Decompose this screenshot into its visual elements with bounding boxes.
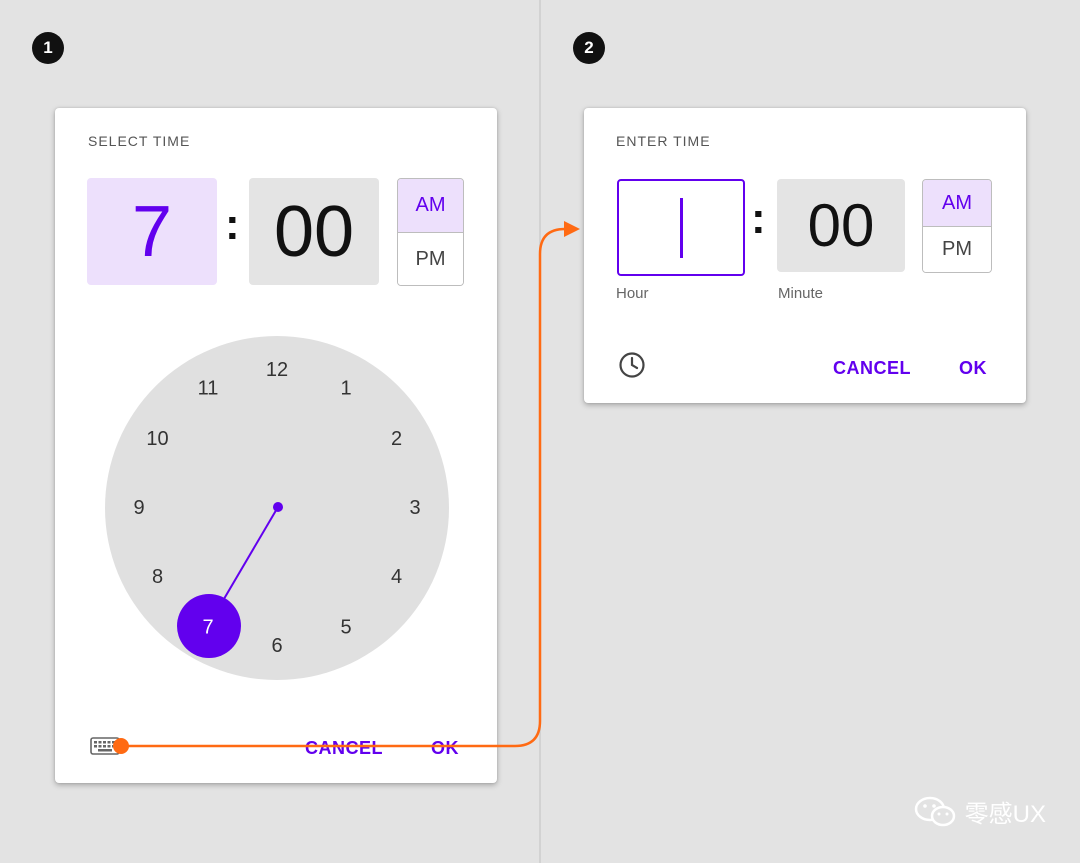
- clock-number-5[interactable]: 5: [340, 617, 351, 639]
- clock-number-7[interactable]: 7: [202, 617, 213, 639]
- clock-number-2[interactable]: 2: [391, 428, 402, 450]
- time-separator: :: [751, 194, 766, 243]
- period-toggle: AM PM: [922, 179, 992, 273]
- watermark-text: 零感UX: [964, 801, 1046, 828]
- clock-number-10[interactable]: 10: [146, 428, 168, 450]
- clock-number-12[interactable]: 12: [266, 359, 288, 381]
- text-cursor: [679, 197, 683, 258]
- clock-icon[interactable]: [618, 351, 646, 384]
- am-button[interactable]: AM: [923, 180, 991, 227]
- clock-number-8[interactable]: 8: [152, 566, 163, 588]
- watermark: 零感UX: [913, 794, 1046, 829]
- hour-input[interactable]: [617, 179, 745, 276]
- dial-time-picker-dialog: SELECT TIME 7 : 00 AM PM 12 1 2 3 4 5 6 7 8 9 10 11…: [55, 108, 497, 783]
- dialog-title: ENTER TIME: [616, 133, 711, 149]
- input-time-picker-dialog: ENTER TIME : 00 AM PM Hour Minute CANCEL…: [584, 108, 1026, 403]
- arrow-head: [564, 221, 580, 237]
- step-1-badge: 1: [32, 32, 64, 64]
- minute-caption: Minute: [778, 285, 824, 302]
- clock-number-9[interactable]: 9: [133, 497, 144, 519]
- clock-number-6[interactable]: 6: [271, 635, 282, 657]
- ok-button[interactable]: OK: [959, 358, 987, 379]
- keyboard-icon[interactable]: [90, 736, 120, 761]
- clock-number-11[interactable]: 11: [198, 378, 219, 400]
- pm-button[interactable]: PM: [923, 227, 991, 272]
- cancel-button[interactable]: CANCEL: [833, 358, 911, 379]
- clock-number-1[interactable]: 1: [340, 378, 351, 400]
- clock-number-4[interactable]: 4: [391, 566, 402, 588]
- clock-dial[interactable]: 121234567891011: [55, 108, 497, 783]
- step-2-badge: 2: [573, 32, 605, 64]
- wechat-icon: [914, 796, 955, 826]
- panel-divider: [539, 0, 541, 863]
- clock-number-3[interactable]: 3: [409, 497, 420, 519]
- ok-button[interactable]: OK: [431, 738, 459, 759]
- hour-caption: Hour: [616, 285, 649, 302]
- minute-input[interactable]: 00: [777, 179, 905, 272]
- clock-center-dot: [273, 502, 283, 512]
- cancel-button[interactable]: CANCEL: [305, 738, 383, 759]
